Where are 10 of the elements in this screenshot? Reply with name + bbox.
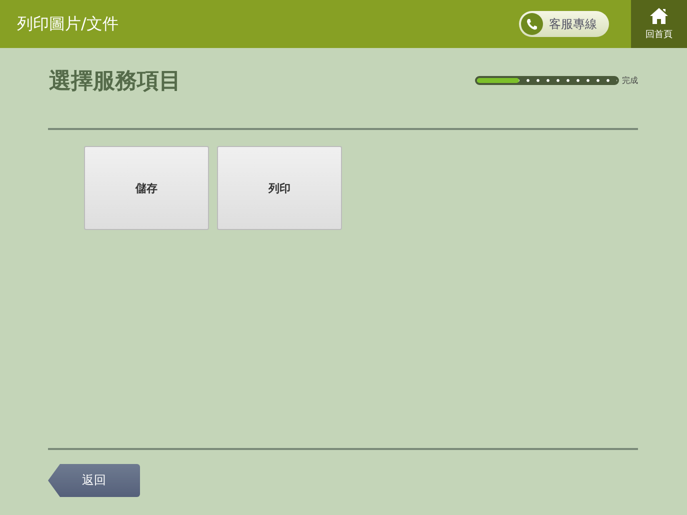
option-button[interactable]: 列印	[217, 146, 342, 230]
progress-label: 完成	[622, 75, 638, 86]
home-button[interactable]: 回首頁	[631, 0, 687, 48]
option-button[interactable]: 儲存	[84, 146, 209, 230]
hotline-button[interactable]: 客服專線	[519, 11, 609, 37]
back-button[interactable]: 返回	[48, 464, 140, 497]
home-icon	[649, 7, 669, 25]
section-heading: 選擇服務項目	[49, 68, 181, 96]
phone-icon	[521, 13, 543, 35]
page-title: 列印圖片/文件	[17, 14, 120, 34]
